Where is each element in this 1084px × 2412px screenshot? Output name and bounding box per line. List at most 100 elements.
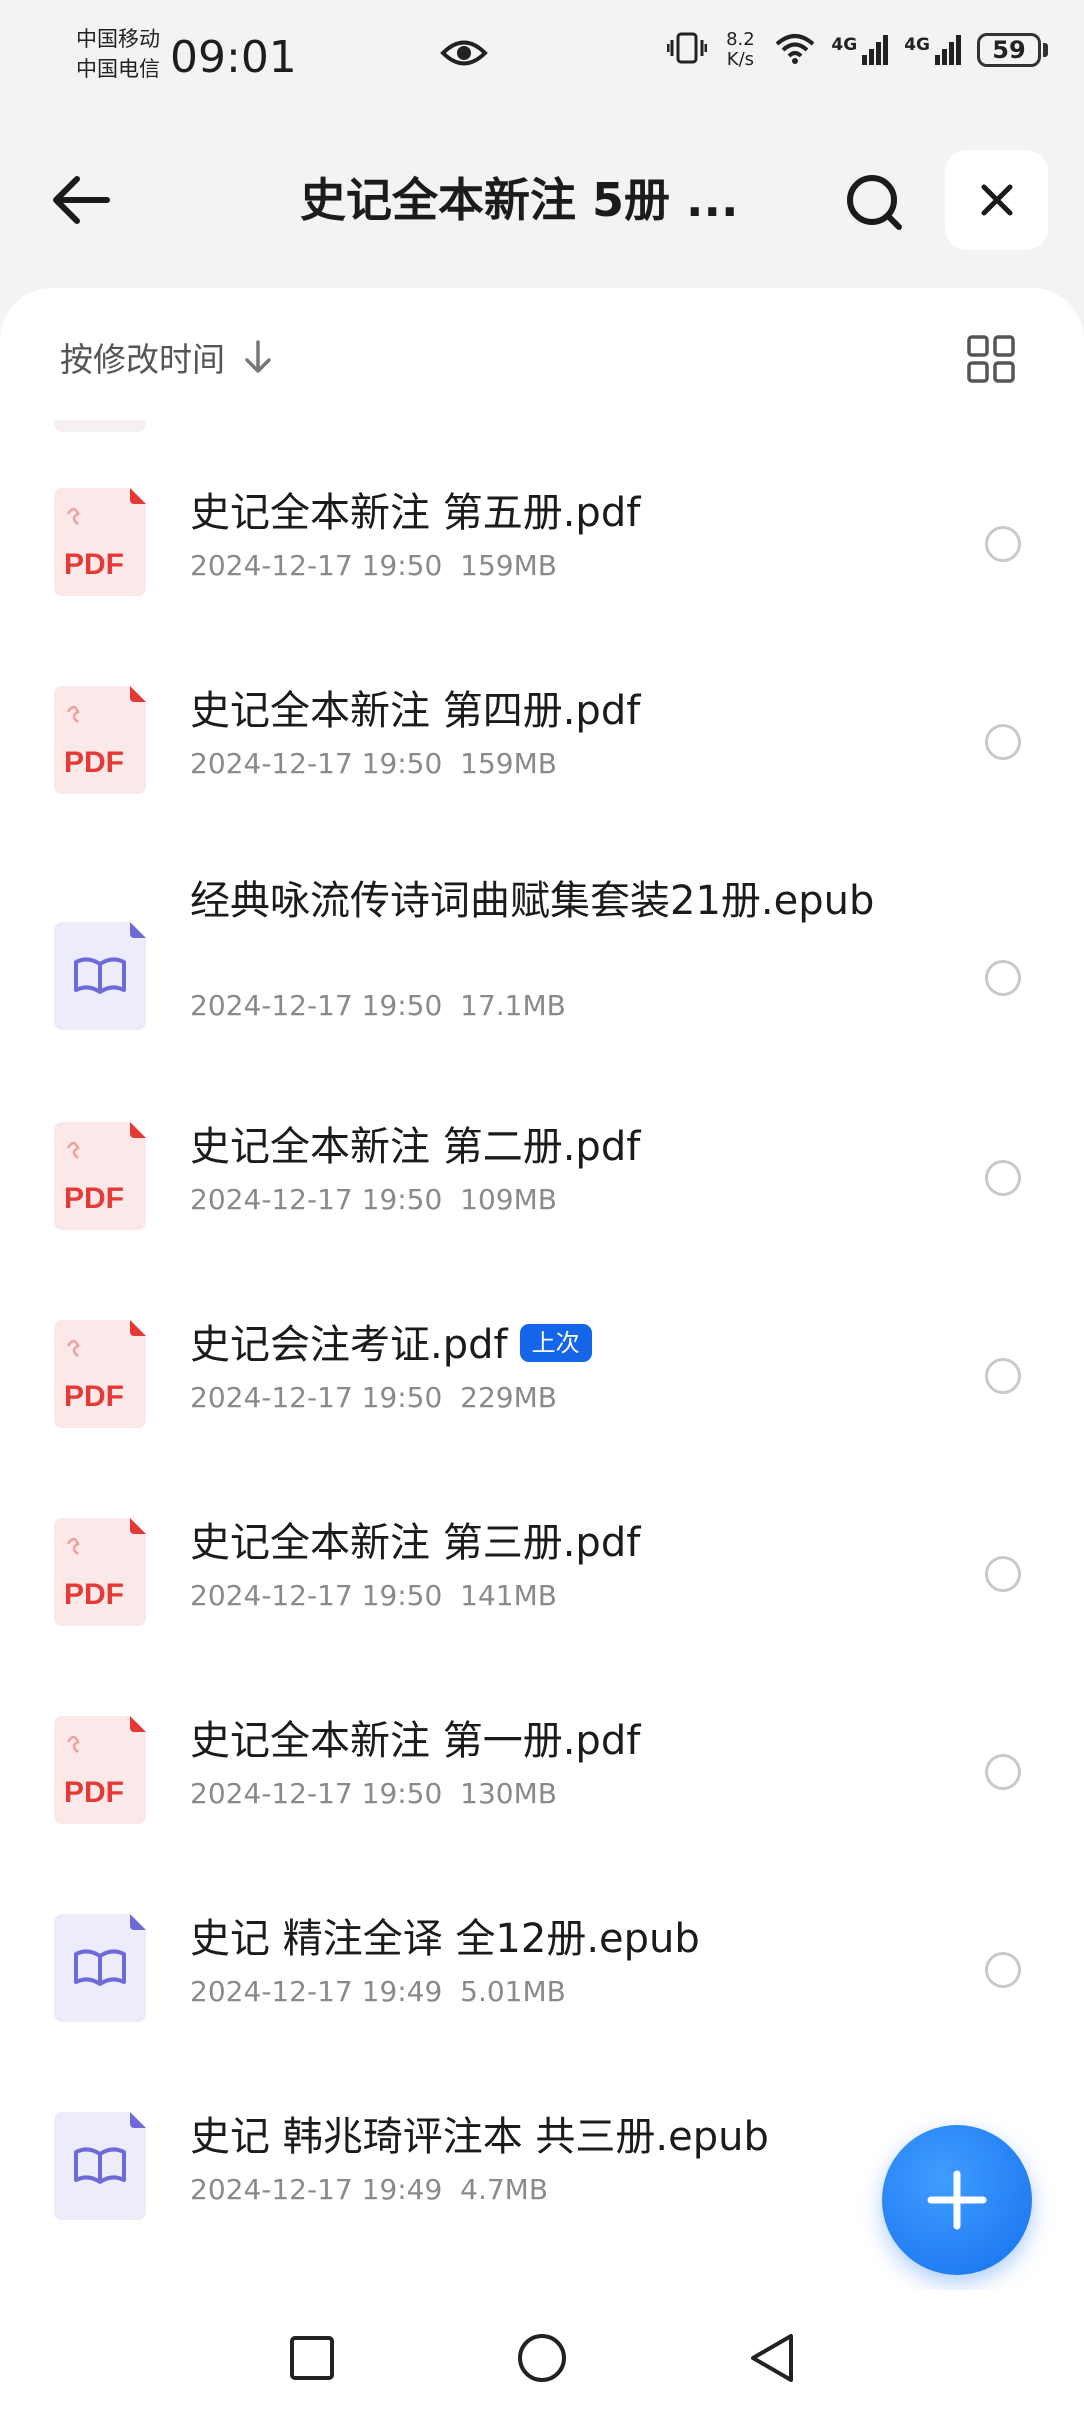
clock: 09:01 [170, 32, 297, 83]
pdf-file-icon: PDF [54, 1122, 146, 1230]
back-button[interactable] [46, 170, 116, 230]
square-icon [290, 2336, 334, 2380]
last-opened-badge: 上次 [519, 1324, 592, 1362]
status-icons: 8.2 K/s 4G 4G 59 [666, 29, 1048, 70]
file-meta: 2024-12-17 19:50 229MB [190, 1380, 557, 1416]
select-radio[interactable] [985, 1952, 1021, 1988]
file-date: 2024-12-17 19:50 [190, 989, 443, 1022]
carrier-1: 中国移动 [76, 27, 160, 51]
app-header: 史记全本新注 5册 ... [0, 140, 1084, 260]
back-nav-button[interactable] [742, 2328, 802, 2388]
sort-label: 按修改时间 [60, 340, 225, 379]
file-name: 史记 精注全译 全12册.epub [190, 1916, 700, 1962]
network-speed: 8.2 K/s [726, 29, 755, 70]
recents-button[interactable] [282, 2328, 342, 2388]
sort-by-modified-button[interactable]: 按修改时间 [60, 332, 273, 382]
file-date: 2024-12-17 19:49 [190, 2173, 443, 2206]
file-date: 2024-12-17 19:50 [190, 1183, 443, 1216]
list-item[interactable]: PDF 史记全本新注 第二册.pdf 2024-12-17 19:50 109M… [0, 1122, 1084, 1272]
pdf-file-icon: PDF [54, 1320, 146, 1428]
file-meta: 2024-12-17 19:50 159MB [190, 548, 557, 584]
pdf-file-icon: PDF [54, 686, 146, 794]
pdf-file-icon: PDF [54, 488, 146, 596]
carrier-2: 中国电信 [76, 57, 160, 81]
file-name-row: 史记会注考证.pdf 上次 [190, 1320, 890, 1370]
search-button[interactable] [840, 168, 910, 238]
sort-bar: 按修改时间 [0, 288, 1084, 428]
file-date: 2024-12-17 19:50 [190, 1777, 443, 1810]
file-size: 17.1MB [460, 989, 566, 1022]
file-meta: 2024-12-17 19:50 159MB [190, 746, 557, 782]
select-radio[interactable] [985, 1160, 1021, 1196]
epub-file-icon [54, 1914, 146, 2022]
select-radio[interactable] [985, 1358, 1021, 1394]
list-item[interactable]: PDF 史记全本新注 第三册.pdf 2024-12-17 19:50 141M… [0, 1518, 1084, 1668]
vibrate-icon [666, 31, 708, 69]
file-size: 141MB [460, 1579, 557, 1612]
grid-view-icon [967, 335, 1015, 383]
select-radio[interactable] [985, 526, 1021, 562]
file-size: 159MB [460, 747, 557, 780]
file-name: 史记全本新注 第一册.pdf [190, 1718, 641, 1764]
file-name: 史记全本新注 第二册.pdf [190, 1124, 641, 1170]
close-button[interactable] [945, 150, 1048, 250]
file-size: 109MB [460, 1183, 557, 1216]
file-date: 2024-12-17 19:50 [190, 549, 443, 582]
triangle-back-icon [751, 2334, 793, 2382]
battery-level: 59 [977, 33, 1041, 67]
circle-icon [518, 2334, 566, 2382]
file-size: 159MB [460, 549, 557, 582]
file-meta: 2024-12-17 19:49 5.01MB [190, 1974, 566, 2010]
file-date: 2024-12-17 19:49 [190, 1975, 443, 2008]
system-nav-bar [0, 2290, 1084, 2412]
select-radio[interactable] [985, 724, 1021, 760]
file-size: 5.01MB [460, 1975, 566, 2008]
battery-indicator: 59 [977, 33, 1048, 67]
file-list-panel: 按修改时间 PDF 史记全本新注 第五册.pdf 2024-12-17 19:5… [0, 288, 1084, 2412]
list-item[interactable]: PDF 史记会注考证.pdf 上次 2024-12-17 19:50 229MB [0, 1320, 1084, 1470]
file-size: 229MB [460, 1381, 557, 1414]
list-item[interactable]: PDF 史记全本新注 第五册.pdf 2024-12-17 19:50 159M… [0, 488, 1084, 638]
select-radio[interactable] [985, 960, 1021, 996]
file-name: 史记全本新注 第三册.pdf [190, 1520, 641, 1566]
plus-icon [927, 2170, 987, 2230]
epub-file-icon [54, 2112, 146, 2220]
select-radio[interactable] [985, 1556, 1021, 1592]
battery-tip [1043, 43, 1048, 57]
svg-text:PDF: PDF [64, 1380, 124, 1413]
pdf-file-icon: PDF [54, 1518, 146, 1626]
file-meta: 2024-12-17 19:50 141MB [190, 1578, 557, 1614]
svg-text:PDF: PDF [64, 1776, 124, 1809]
file-meta: 2024-12-17 19:50 17.1MB [190, 988, 566, 1024]
list-item[interactable]: 史记 精注全译 全12册.epub 2024-12-17 19:49 5.01M… [0, 1914, 1084, 2064]
file-size: 130MB [460, 1777, 557, 1810]
svg-text:PDF: PDF [64, 1578, 124, 1611]
file-date: 2024-12-17 19:50 [190, 747, 443, 780]
signal-icon-1: 4G [831, 35, 890, 65]
file-name: 史记全本新注 第四册.pdf [190, 688, 641, 734]
select-radio[interactable] [985, 1754, 1021, 1790]
home-button[interactable] [512, 2328, 572, 2388]
file-name: 史记全本新注 第五册.pdf [190, 490, 641, 536]
file-name: 经典咏流传诗词曲赋集套装21册.epub [190, 878, 875, 924]
file-meta: 2024-12-17 19:50 109MB [190, 1182, 557, 1218]
eye-icon [440, 36, 488, 74]
wifi-icon [773, 30, 817, 70]
grid-view-button[interactable] [966, 334, 1016, 384]
svg-text:PDF: PDF [64, 746, 124, 779]
list-item[interactable]: PDF 史记全本新注 第四册.pdf 2024-12-17 19:50 159M… [0, 686, 1084, 836]
file-name: 史记 韩兆琦评注本 共三册.epub [190, 2114, 769, 2160]
file-meta: 2024-12-17 19:49 4.7MB [190, 2172, 548, 2208]
carrier-names: 中国移动 中国电信 [76, 24, 160, 84]
back-arrow-icon [53, 176, 110, 224]
list-item[interactable]: 经典咏流传诗词曲赋集套装21册.epub 2024-12-17 19:50 17… [0, 876, 1084, 1056]
list-item[interactable]: PDF 史记全本新注 第一册.pdf 2024-12-17 19:50 130M… [0, 1716, 1084, 1866]
search-icon [847, 175, 902, 230]
scrolled-item-edge [54, 420, 146, 432]
signal-icon-2: 4G [904, 35, 963, 65]
svg-text:PDF: PDF [64, 1182, 124, 1215]
file-date: 2024-12-17 19:50 [190, 1579, 443, 1612]
add-button[interactable] [882, 2125, 1032, 2275]
pdf-file-icon: PDF [54, 1716, 146, 1824]
close-icon [981, 184, 1012, 216]
